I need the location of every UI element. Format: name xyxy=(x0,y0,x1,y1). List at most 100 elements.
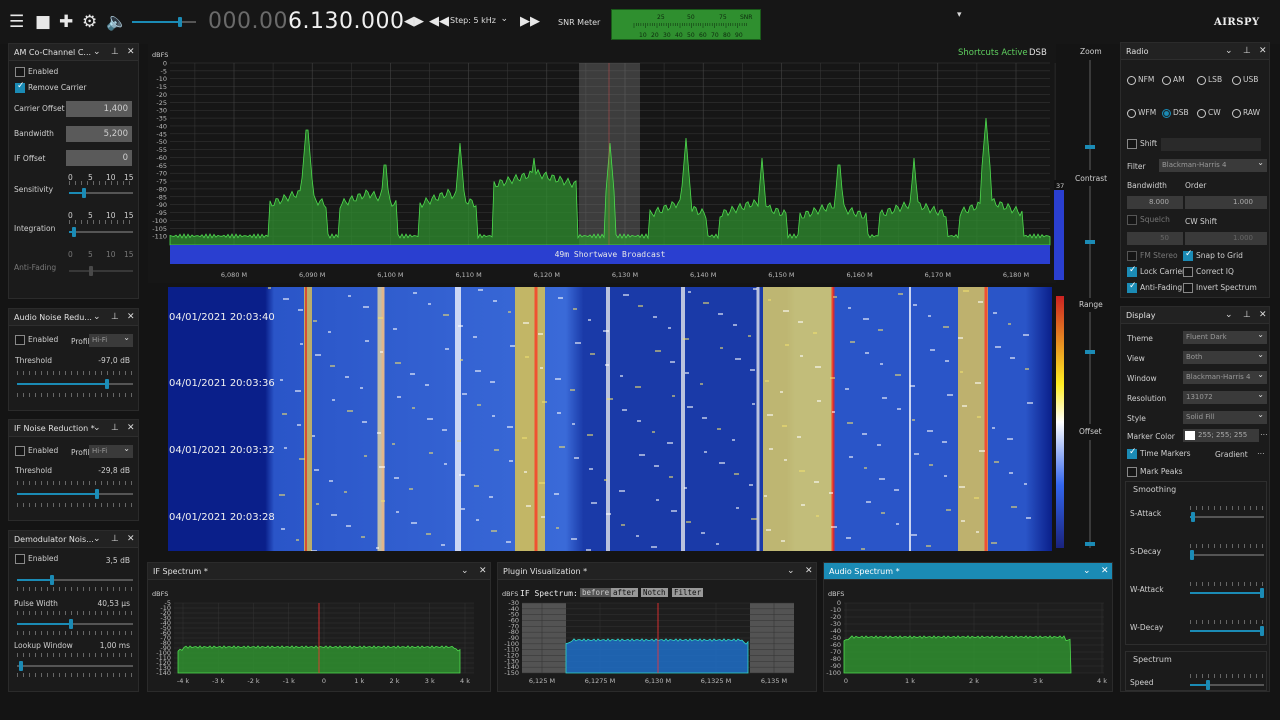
enabled-checkbox[interactable] xyxy=(15,554,25,564)
close-icon[interactable]: ✕ xyxy=(805,566,813,576)
correct-iq-row[interactable]: Correct IQ xyxy=(1183,267,1263,281)
mark-peaks-checkbox[interactable] xyxy=(1127,467,1137,477)
speaker-icon[interactable]: 🔈 xyxy=(106,12,127,32)
remove-carrier-row[interactable]: Remove Carrier xyxy=(15,81,132,97)
mode-lsb-radio[interactable]: LSB xyxy=(1197,75,1232,85)
style-select[interactable]: Solid Fill xyxy=(1183,410,1267,424)
contrast-slider[interactable] xyxy=(1085,186,1095,298)
pin-icon[interactable]: ⊥ xyxy=(1243,46,1251,56)
squelch-input[interactable]: 50 xyxy=(1127,232,1183,245)
spectrum-plot[interactable]: 49m Shortwave Broadcast 0-5-10-15-20-25-… xyxy=(148,43,1056,283)
collapse-icon[interactable]: ⌄ xyxy=(93,423,101,433)
cw-shift-input[interactable]: 1.000 xyxy=(1185,232,1267,245)
anti-fading-slider[interactable] xyxy=(69,266,133,276)
integration-slider[interactable] xyxy=(69,227,133,237)
mode-am-radio[interactable]: AM xyxy=(1162,75,1197,85)
close-icon[interactable]: ✕ xyxy=(1259,46,1267,56)
filter-select[interactable]: Blackman-Harris 4 xyxy=(1159,158,1267,172)
collapse-icon[interactable]: ⌄ xyxy=(93,534,101,544)
profile-select[interactable]: Hi-Fi xyxy=(89,444,133,458)
squelch-checkbox[interactable] xyxy=(1127,215,1137,225)
close-icon[interactable]: ✕ xyxy=(1101,566,1109,576)
fm-stereo-checkbox[interactable] xyxy=(1127,251,1137,261)
gradient-more-icon[interactable]: ⋯ xyxy=(1257,449,1265,458)
swap-icon[interactable]: ◀▶ xyxy=(404,12,424,32)
if-spectrum-plot[interactable]: -5-10-20-30-40-50-60-70-80-90-100-110-12… xyxy=(148,583,492,693)
snap-to-grid-row[interactable]: Snap to Grid xyxy=(1183,249,1263,265)
remove-carrier-checkbox[interactable] xyxy=(15,81,25,93)
mode-wfm-radio[interactable]: WFM xyxy=(1127,108,1162,118)
enabled-checkbox[interactable] xyxy=(15,446,25,456)
close-icon[interactable]: ✕ xyxy=(1259,310,1267,320)
s-attack-slider[interactable] xyxy=(1190,512,1264,522)
sensitivity-slider[interactable] xyxy=(69,188,133,198)
collapse-icon[interactable]: ⌄ xyxy=(93,47,101,57)
threshold-slider[interactable] xyxy=(17,489,133,499)
add-icon[interactable]: ✚ xyxy=(59,12,73,32)
anti-fading-row[interactable]: Anti-Fading xyxy=(1127,281,1187,297)
step-forward-icon[interactable]: ▶▶ xyxy=(520,12,540,32)
w-attack-slider[interactable] xyxy=(1190,588,1264,598)
collapse-icon[interactable]: ⌄ xyxy=(93,312,101,322)
gear-icon[interactable]: ⚙ xyxy=(82,12,97,32)
close-icon[interactable]: ✕ xyxy=(127,423,135,433)
close-icon[interactable]: ✕ xyxy=(127,534,135,544)
level-slider[interactable] xyxy=(17,575,133,585)
pin-icon[interactable]: ⊥ xyxy=(111,423,119,433)
if-offset-input[interactable]: 0 xyxy=(66,150,132,166)
window-chevron-icon[interactable]: ▾ xyxy=(957,10,962,20)
s-decay-slider[interactable] xyxy=(1190,550,1264,560)
order-input[interactable]: 1.000 xyxy=(1185,196,1267,209)
speed-slider[interactable] xyxy=(1190,680,1264,690)
shift-checkbox[interactable] xyxy=(1127,139,1137,149)
menu-icon[interactable]: ☰ xyxy=(9,12,24,32)
collapse-icon[interactable]: ⌄ xyxy=(1225,46,1233,56)
plugin-visualization-plot[interactable]: -30-40-50-60-70-80-90-100-110-120-130-14… xyxy=(498,583,818,693)
threshold-slider[interactable] xyxy=(17,379,133,389)
invert-spectrum-checkbox[interactable] xyxy=(1183,283,1193,293)
collapse-icon[interactable]: ⌄ xyxy=(461,566,469,576)
window-select[interactable]: Blackman-Harris 4 xyxy=(1183,370,1267,384)
enabled-checkbox[interactable] xyxy=(15,335,25,345)
mark-peaks-row[interactable]: Mark Peaks xyxy=(1127,467,1263,481)
invert-spectrum-row[interactable]: Invert Spectrum xyxy=(1183,283,1267,297)
enabled-checkbox[interactable] xyxy=(15,67,25,77)
waterfall[interactable]: 04/01/2021 20:03:40 04/01/2021 20:03:36 … xyxy=(168,287,1052,551)
offset-slider[interactable] xyxy=(1085,440,1095,548)
volume-slider[interactable] xyxy=(132,17,196,27)
marker-color-input[interactable]: 255; 255; 255 xyxy=(1183,429,1259,442)
anti-fading-checkbox[interactable] xyxy=(1127,281,1137,293)
fm-stereo-row[interactable]: FM Stereo xyxy=(1127,251,1187,265)
audio-spectrum-plot[interactable]: 0-10-20-30-40-50-60-70-80-90-1000 1 k2 k3… xyxy=(824,583,1114,693)
mode-usb-radio[interactable]: USB xyxy=(1232,75,1267,85)
close-icon[interactable]: ✕ xyxy=(479,566,487,576)
more-icon[interactable]: ⋯ xyxy=(1260,430,1268,439)
pin-icon[interactable]: ⊥ xyxy=(111,534,119,544)
close-icon[interactable]: ✕ xyxy=(127,47,135,57)
close-icon[interactable]: ✕ xyxy=(127,312,135,322)
bandwidth-input[interactable]: 5,200 xyxy=(66,126,132,142)
w-decay-slider[interactable] xyxy=(1190,626,1264,636)
step-select[interactable]: Step: 5 kHz ⌄ xyxy=(450,14,516,30)
theme-select[interactable]: Fluent Dark xyxy=(1183,330,1267,344)
carrier-offset-input[interactable]: 1,400 xyxy=(66,101,132,117)
pin-icon[interactable]: ⊥ xyxy=(111,47,119,57)
time-markers-checkbox[interactable] xyxy=(1127,447,1137,459)
resolution-select[interactable]: 131072 xyxy=(1183,390,1267,404)
pulse-width-slider[interactable] xyxy=(17,619,133,629)
waterfall-image[interactable] xyxy=(168,287,1052,551)
pin-icon[interactable]: ⊥ xyxy=(111,312,119,322)
frequency-display[interactable]: 000.006.130.000 xyxy=(208,9,404,34)
stop-icon[interactable]: ■ xyxy=(35,12,51,32)
profile-select[interactable]: Hi-Fi xyxy=(89,333,133,347)
mode-dsb-radio[interactable]: DSB xyxy=(1162,108,1197,118)
collapse-icon[interactable]: ⌄ xyxy=(1225,310,1233,320)
mode-raw-radio[interactable]: RAW xyxy=(1232,108,1267,118)
collapse-icon[interactable]: ⌄ xyxy=(1083,566,1091,576)
lock-carrier-checkbox[interactable] xyxy=(1127,265,1137,277)
bandwidth-input[interactable]: 8.000 xyxy=(1127,196,1183,209)
lock-carrier-row[interactable]: Lock Carrier xyxy=(1127,265,1187,281)
collapse-icon[interactable]: ⌄ xyxy=(787,566,795,576)
mode-nfm-radio[interactable]: NFM xyxy=(1127,75,1162,85)
zoom-slider[interactable] xyxy=(1085,60,1095,170)
